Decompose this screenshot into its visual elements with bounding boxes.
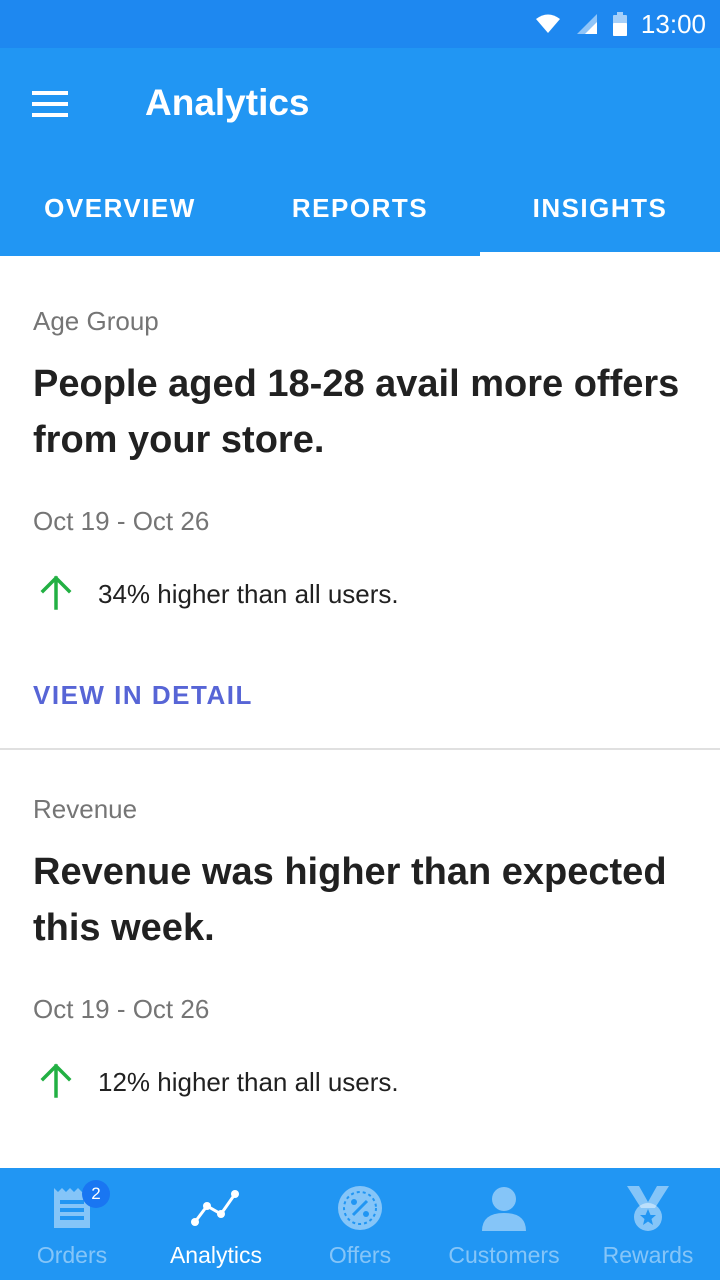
arrow-up-icon	[38, 574, 74, 615]
insight-stat: 12% higher than all users.	[38, 1062, 399, 1103]
nav-item-rewards[interactable]: Rewards	[576, 1168, 720, 1280]
insights-list: Age Group People aged 18-28 avail more o…	[0, 256, 720, 1168]
insight-stat: 34% higher than all users.	[38, 574, 399, 615]
status-bar: 13:00	[0, 0, 720, 48]
analytics-icon	[190, 1182, 242, 1234]
nav-label-customers: Customers	[448, 1242, 560, 1268]
view-in-detail-link[interactable]: VIEW IN DETAIL	[33, 680, 253, 711]
app-bar: Analytics OVERVIEW REPORTS INSIGHTS	[0, 48, 720, 256]
menu-button[interactable]	[20, 76, 80, 136]
insight-category: Age Group	[33, 306, 159, 336]
arrow-up-icon	[38, 1062, 74, 1103]
insight-date-range: Oct 19 - Oct 26	[33, 506, 210, 536]
page-title: Analytics	[145, 82, 310, 123]
insight-card: Revenue Revenue was higher than expected…	[0, 750, 720, 1168]
bottom-navigation: 2 Orders Analytics Offers Customers Rewa…	[0, 1168, 720, 1280]
insight-date-range: Oct 19 - Oct 26	[33, 994, 210, 1024]
nav-item-analytics[interactable]: Analytics	[144, 1168, 288, 1280]
status-time: 13:00	[640, 8, 706, 39]
insight-stat-text: 34% higher than all users.	[98, 579, 399, 609]
tab-reports[interactable]: REPORTS	[240, 160, 480, 256]
insight-category: Revenue	[33, 794, 138, 824]
orders-badge: 2	[82, 1180, 110, 1208]
offers-icon	[334, 1182, 386, 1234]
tab-insights[interactable]: INSIGHTS	[480, 160, 720, 256]
wifi-icon	[535, 13, 561, 35]
nav-item-offers[interactable]: Offers	[288, 1168, 432, 1280]
status-icons: 13:00	[535, 8, 706, 40]
nav-item-customers[interactable]: Customers	[432, 1168, 576, 1280]
tab-overview[interactable]: OVERVIEW	[0, 160, 240, 256]
insight-card: Age Group People aged 18-28 avail more o…	[0, 256, 720, 750]
insight-stat-text: 12% higher than all users.	[98, 1067, 399, 1097]
nav-label-orders: Orders	[36, 1242, 108, 1268]
nav-label-rewards: Rewards	[602, 1242, 694, 1268]
nav-item-orders[interactable]: 2 Orders	[0, 1168, 144, 1280]
nav-label-offers: Offers	[328, 1242, 392, 1268]
insight-headline: Revenue was higher than expected this we…	[33, 851, 667, 949]
insight-headline: People aged 18-28 avail more offers from…	[33, 363, 680, 461]
hamburger-icon	[32, 90, 68, 122]
customers-icon	[478, 1182, 530, 1234]
battery-icon	[612, 12, 627, 36]
tab-bar: OVERVIEW REPORTS INSIGHTS	[0, 160, 720, 256]
rewards-icon	[622, 1182, 674, 1234]
signal-icon	[575, 13, 599, 35]
nav-label-analytics: Analytics	[169, 1242, 263, 1268]
